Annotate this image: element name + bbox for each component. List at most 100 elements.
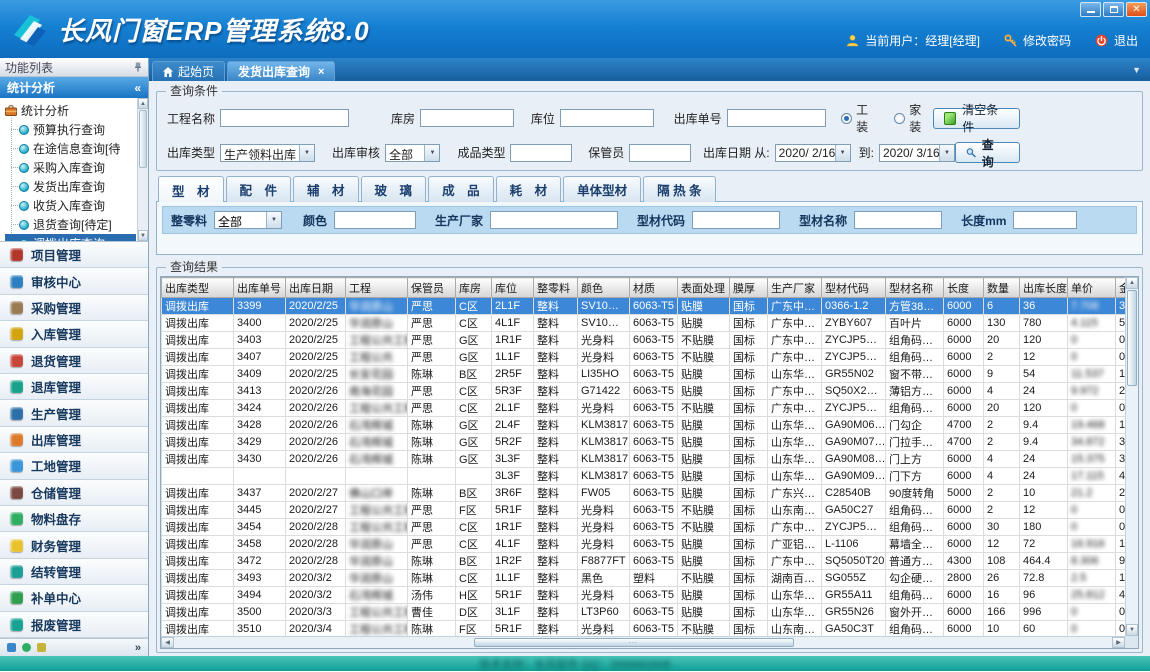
column-header[interactable]: 金额 [1116, 278, 1126, 298]
column-header[interactable]: 生产厂家 [768, 278, 822, 298]
column-header[interactable]: 表面处理 [678, 278, 730, 298]
collapse-icon[interactable]: « [134, 81, 141, 95]
tree-item-receiving-inbound-query[interactable]: 收货入库查询 [5, 196, 136, 215]
dropdown-arrow-icon[interactable]: ▼ [835, 145, 850, 161]
footer-tools-icon[interactable] [37, 643, 46, 652]
column-header[interactable]: 型材名称 [886, 278, 944, 298]
column-header[interactable]: 材质 [630, 278, 678, 298]
sidebar-item-warehouse-management[interactable]: 仓储管理 [0, 480, 148, 506]
color-input[interactable] [334, 211, 416, 229]
date-to-picker[interactable]: 2020/ 3/16 ▼ [879, 144, 955, 162]
radio-home[interactable]: 家装 [894, 101, 932, 135]
material-tab-finished[interactable]: 成 品 [428, 176, 494, 202]
column-header[interactable]: 颜色 [578, 278, 630, 298]
column-header[interactable]: 出库类型 [162, 278, 234, 298]
column-header[interactable]: 型材代码 [822, 278, 886, 298]
maximize-button[interactable] [1103, 2, 1124, 17]
sidebar-item-finance-management[interactable]: 财务管理 [0, 532, 148, 558]
material-tab-auxiliary[interactable]: 辅 材 [293, 176, 359, 202]
manufacturer-input[interactable] [490, 211, 618, 229]
sidebar-item-site-management[interactable]: 工地管理 [0, 453, 148, 479]
vertical-scroll-thumb[interactable] [1127, 290, 1137, 386]
footer-more-icon[interactable]: » [135, 642, 141, 654]
sidebar-item-carryover-management[interactable]: 结转管理 [0, 559, 148, 585]
sidebar-item-inbound-management[interactable]: 入库管理 [0, 321, 148, 347]
change-password-link[interactable]: 修改密码 [1023, 32, 1071, 49]
tree-item-budget-execution-query[interactable]: 预算执行查询 [5, 120, 136, 139]
profile-name-input[interactable] [854, 211, 942, 229]
location-input[interactable] [560, 109, 654, 127]
scroll-down-icon[interactable]: ▼ [138, 230, 148, 241]
scroll-track[interactable] [138, 169, 148, 230]
minimize-button[interactable] [1080, 2, 1101, 17]
tab-list-caret-icon[interactable]: ▼ [1132, 65, 1141, 75]
table-row[interactable]: 调拨出库35002020/3/3工程公共工程曹佳D区3L1F整料LT3P6060… [162, 604, 1126, 621]
column-header[interactable]: 库位 [492, 278, 534, 298]
date-from-picker[interactable]: 2020/ 2/16 ▼ [775, 144, 851, 162]
tree-scrollbar[interactable]: ▲ ▼ [137, 98, 148, 241]
tab-home[interactable]: 起始页 [152, 61, 225, 81]
column-header[interactable]: 膜厚 [730, 278, 768, 298]
table-row[interactable]: 调拨出库34132020/2/26南海花园严思C区5R3F整料G71422606… [162, 383, 1126, 400]
table-row[interactable]: 调拨出库34032020/2/25工程公共工程严思G区1R1F整料光身料6063… [162, 332, 1126, 349]
order-no-input[interactable] [727, 109, 827, 127]
tree-item-shipping-outbound-query[interactable]: 发货出库查询 [5, 177, 136, 196]
scroll-up-icon[interactable]: ▲ [1126, 277, 1138, 289]
sidebar-section-header[interactable]: 统计分析 « [0, 77, 148, 98]
table-row[interactable]: 调拨出库34932020/3/2华润原山陈琳C区1L1F整料黑色塑料不贴膜国标湖… [162, 570, 1126, 587]
tree-item-return-query[interactable]: 退货查询[待定] [5, 215, 136, 234]
sidebar-item-project-management[interactable]: 项目管理 [0, 242, 148, 268]
vertical-scrollbar[interactable]: ▲ ▼ [1125, 277, 1138, 636]
table-row[interactable]: 调拨出库34542020/2/28工程公共工程严思C区1R1F整料光身料6063… [162, 519, 1126, 536]
table-row[interactable]: 调拨出库34092020/2/25长安花园陈琳B区2R5F整料LI35HO606… [162, 366, 1126, 383]
project-name-input[interactable] [220, 109, 349, 127]
warehouse-input[interactable] [420, 109, 514, 127]
radio-industrial[interactable]: 工装 [841, 101, 879, 135]
material-tab-consumable[interactable]: 耗 材 [496, 176, 562, 202]
scroll-track[interactable] [174, 637, 1112, 648]
table-row[interactable]: 调拨出库34302020/2/26石湾辉城陈琳G区3L3F整料KLM381760… [162, 451, 1126, 468]
tree-item-transfer-outbound-query[interactable]: 调拨出库查询 [5, 234, 136, 242]
clear-conditions-button[interactable]: 清空条件 [933, 108, 1020, 129]
sidebar-item-material-inventory[interactable]: 物料盘存 [0, 506, 148, 532]
tree-item-in-transit-info-query[interactable]: 在途信息查询[待 [5, 139, 136, 158]
table-row[interactable]: 调拨出库34072020/2/25工程公共严思G区1L1F整料光身料6063-T… [162, 349, 1126, 366]
footer-window-icon[interactable] [7, 643, 16, 652]
sidebar-item-audit-center[interactable]: 审核中心 [0, 268, 148, 294]
sidebar-item-outbound-management[interactable]: 出库管理 [0, 427, 148, 453]
footer-status-icon[interactable] [22, 643, 31, 652]
table-row[interactable]: 调拨出库34292020/2/26石湾辉城陈琳G区5R2F整料KLM381760… [162, 434, 1126, 451]
search-button[interactable]: 查 询 [955, 142, 1020, 163]
sidebar-item-scrap-management[interactable]: 报废管理 [0, 612, 148, 638]
product-type-input[interactable] [510, 144, 572, 162]
audit-select[interactable]: 全部 ▼ [385, 144, 440, 162]
table-row[interactable]: 调拨出库34282020/2/26石湾辉城陈琳G区2L4F整料KLM381760… [162, 417, 1126, 434]
scroll-track[interactable] [1126, 387, 1138, 624]
out-type-select[interactable]: 生产领料出库 ▼ [220, 144, 315, 162]
material-tab-single-profile[interactable]: 单体型材 [563, 176, 641, 202]
column-header[interactable]: 保管员 [408, 278, 456, 298]
horizontal-scroll-thumb[interactable] [474, 638, 794, 647]
tab-shipping-outbound-query[interactable]: 发货出库查询 × [227, 61, 335, 81]
table-row[interactable]: 调拨出库34002020/2/25华润原山严思C区4L1F整料SV10…6063… [162, 315, 1126, 332]
sidebar-item-supplement-center[interactable]: 补单中心 [0, 585, 148, 611]
logout-link[interactable]: 退出 [1114, 32, 1138, 49]
sidebar-item-purchase-management[interactable]: 采购管理 [0, 295, 148, 321]
scroll-right-icon[interactable]: ▶ [1112, 637, 1125, 648]
table-row[interactable]: 调拨出库35102020/3/4工程公共工程陈琳F区5R1F整料光身料6063-… [162, 621, 1126, 637]
table-row[interactable]: 调拨出库34722020/2/28华润原山陈琳B区1R2F整料F8877FT60… [162, 553, 1126, 570]
horizontal-scrollbar[interactable]: ◀ ▶ [161, 636, 1125, 648]
scroll-left-icon[interactable]: ◀ [161, 637, 174, 648]
table-row[interactable]: 调拨出库34242020/2/26工程公共工程严思C区2L1F整料光身料6063… [162, 400, 1126, 417]
sidebar-item-stock-return-management[interactable]: 退库管理 [0, 374, 148, 400]
scroll-down-icon[interactable]: ▼ [1126, 624, 1138, 636]
tab-close-icon[interactable]: × [318, 66, 324, 78]
pin-icon[interactable] [133, 62, 143, 72]
table-row[interactable]: 调拨出库33992020/2/25华润原山严思C区2L1F整料SV10…6063… [162, 298, 1126, 315]
close-button[interactable]: ✕ [1126, 2, 1147, 17]
material-tab-profile[interactable]: 型 材 [158, 176, 224, 202]
dropdown-arrow-icon[interactable]: ▼ [939, 145, 954, 161]
dropdown-arrow-icon[interactable]: ▼ [299, 145, 314, 161]
sidebar-item-returns-management[interactable]: 退货管理 [0, 348, 148, 374]
sidebar-item-production-management[interactable]: 生产管理 [0, 400, 148, 426]
